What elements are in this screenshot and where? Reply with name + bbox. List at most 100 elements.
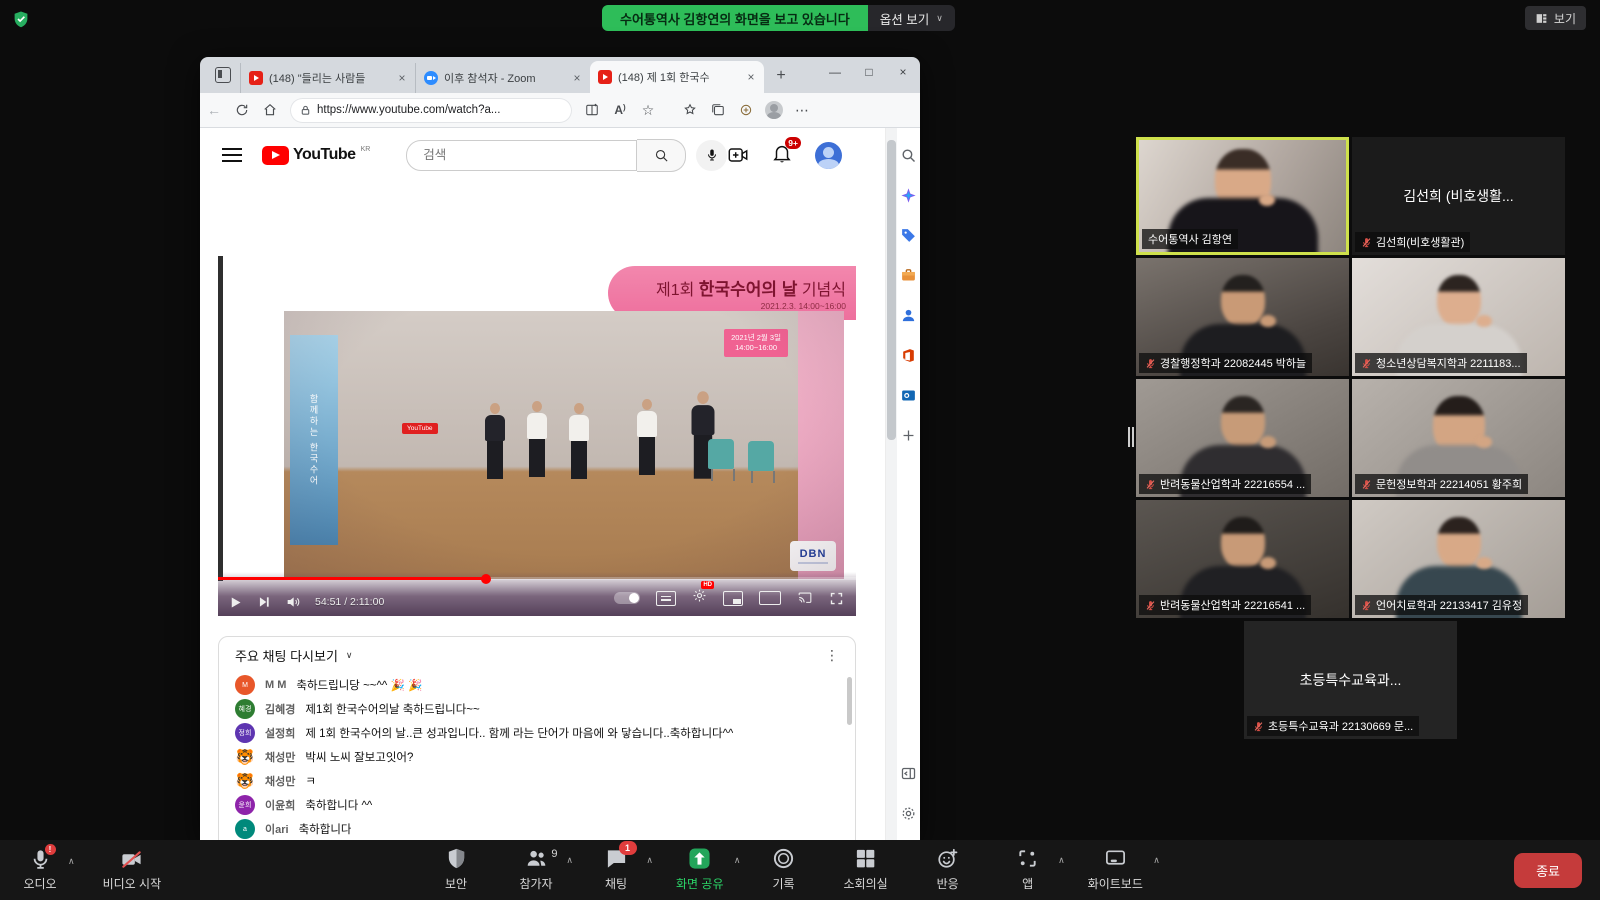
theater-mode-icon[interactable] — [759, 591, 781, 605]
end-meeting-button[interactable]: 종료 — [1514, 853, 1582, 888]
volume-icon[interactable] — [285, 594, 301, 610]
tab-close-icon[interactable]: × — [570, 71, 584, 85]
video-player[interactable]: 제1회 한국수어의 날 기념식 2021.2.3. 14:00~16:00 함께… — [218, 253, 856, 616]
fullscreen-icon[interactable] — [829, 591, 844, 606]
browser-tab[interactable]: (148) 제 1회 한국수 × — [590, 61, 764, 93]
participant-tile[interactable]: 반려동물산업학과 22216541 ... — [1136, 500, 1349, 618]
tab-close-icon[interactable]: × — [744, 70, 758, 84]
youtube-avatar[interactable] — [815, 142, 842, 169]
toolbar-button[interactable]: 1 채팅 ∧ — [596, 848, 636, 892]
cast-icon[interactable] — [797, 591, 813, 605]
participant-tile[interactable]: 언어치료학과 22133417 김유정 — [1352, 500, 1565, 618]
youtube-logo[interactable]: YouTube KR — [262, 146, 370, 165]
browser-tab[interactable]: (148) "들리는 사람들 × — [240, 63, 415, 93]
copilot-icon[interactable] — [899, 186, 918, 205]
toolbar-button[interactable]: 기록 — [764, 848, 804, 892]
read-aloud-icon[interactable]: A) — [606, 98, 634, 122]
settings-icon[interactable] — [899, 804, 918, 823]
options-chevron[interactable]: ∧ — [566, 855, 573, 866]
shopping-icon[interactable] — [899, 226, 918, 245]
toolbar-button[interactable]: 소회의실 — [844, 848, 888, 892]
participant-tile[interactable]: 문헌정보학과 22214051 황주희 — [1352, 379, 1565, 497]
player-controls: 54:51 / 2:11:00 HD — [218, 572, 856, 616]
participant-name-label: 경찰행정학과 22082445 박하늘 — [1139, 353, 1312, 373]
window-maximize-button[interactable]: □ — [852, 57, 886, 87]
search-icon[interactable] — [899, 146, 918, 165]
settings-gear-icon[interactable]: HD — [692, 588, 707, 608]
participant-tile[interactable]: 김선희 (비호생활... 김선희(비호생활관) — [1352, 137, 1565, 255]
toolbar-button[interactable]: 반응 — [928, 848, 968, 892]
subtitles-icon[interactable] — [656, 591, 676, 606]
back-button[interactable]: ← — [200, 98, 228, 122]
audio-button[interactable]: ! 오디오 — [20, 848, 60, 892]
chat-text: 축하드립니당 ~~^^ 🎉 🎉 — [296, 677, 422, 693]
breakout-icon — [854, 847, 877, 873]
view-options-button[interactable]: 옵션 보기 ∨ — [868, 5, 955, 31]
toolbar-button[interactable]: 화면 공유 ∧ — [676, 848, 724, 892]
panel-resize-handle[interactable] — [1128, 427, 1134, 447]
chat-scrollbar[interactable] — [847, 677, 852, 725]
options-chevron[interactable]: ∧ — [734, 855, 741, 866]
chevron-down-icon[interactable]: ∨ — [346, 650, 353, 661]
new-tab-button[interactable]: + — [768, 63, 794, 89]
menu-hamburger-icon[interactable] — [222, 148, 242, 162]
url-text: https://www.youtube.com/watch?a... — [317, 104, 500, 116]
chat-message-list: M M M 축하드립니당 ~~^^ 🎉 🎉 혜경 김혜경 제1회 한국수어의날 … — [219, 673, 855, 840]
search-button[interactable] — [637, 139, 686, 172]
tab-close-icon[interactable]: × — [395, 71, 409, 85]
address-bar[interactable]: https://www.youtube.com/watch?a... — [290, 98, 572, 123]
page-scrollbar-track[interactable] — [886, 128, 897, 840]
toolbar-button[interactable]: 화이트보드 ∧ — [1088, 848, 1143, 892]
view-button[interactable]: 보기 — [1525, 6, 1586, 30]
participant-tile[interactable]: 경찰행정학과 22082445 박하늘 — [1136, 258, 1349, 376]
participant-tile[interactable]: 반려동물산업학과 22216554 ... — [1136, 379, 1349, 497]
search-icon — [654, 148, 669, 163]
home-button[interactable] — [256, 98, 284, 122]
collections-icon[interactable] — [704, 98, 732, 122]
play-icon[interactable] — [228, 595, 243, 610]
audio-options-chevron[interactable]: ∧ — [68, 856, 75, 892]
split-screen-icon[interactable] — [578, 98, 606, 122]
notifications-button[interactable]: 9+ — [771, 142, 793, 169]
toolbar-button[interactable]: 보안 — [436, 848, 476, 892]
tools-icon[interactable] — [899, 266, 918, 285]
voice-search-button[interactable] — [696, 140, 727, 171]
participant-tile[interactable]: 초등특수교육과... 초등특수교육과 22130669 문... — [1244, 621, 1457, 739]
office-icon[interactable] — [899, 346, 918, 365]
participant-tile[interactable]: 청소년상담복지학과 2211183... — [1352, 258, 1565, 376]
add-favorite-icon[interactable]: ☆ — [634, 98, 662, 122]
open-sidebar-icon[interactable] — [899, 764, 918, 783]
progress-bar[interactable] — [218, 577, 856, 580]
autoplay-toggle[interactable] — [614, 592, 640, 604]
page-scrollbar-thumb[interactable] — [887, 140, 896, 440]
start-video-button[interactable]: 비디오 시작 — [103, 848, 162, 892]
profile-avatar[interactable] — [760, 98, 788, 122]
progress-fill — [218, 577, 486, 580]
search-input[interactable] — [421, 147, 605, 163]
add-icon[interactable] — [899, 426, 918, 445]
window-close-button[interactable]: × — [886, 57, 920, 87]
browser-essentials-icon[interactable] — [732, 98, 760, 122]
chat-text: 축하합니다 — [299, 821, 352, 837]
search-box[interactable] — [406, 140, 637, 171]
mic-muted-icon — [1361, 479, 1372, 490]
create-video-icon[interactable] — [727, 144, 749, 166]
people-icon[interactable] — [899, 306, 918, 325]
next-icon[interactable] — [257, 595, 271, 609]
refresh-button[interactable] — [228, 98, 256, 122]
options-chevron[interactable]: ∧ — [646, 855, 653, 866]
toolbar-button[interactable]: 9 참가자 ∧ — [516, 848, 556, 892]
miniplayer-icon[interactable] — [723, 591, 743, 606]
more-menu-icon[interactable]: ⋯ — [788, 98, 816, 122]
window-minimize-button[interactable]: — — [818, 57, 852, 87]
options-chevron[interactable]: ∧ — [1153, 855, 1160, 866]
chat-menu-kebab-icon[interactable]: ⋮ — [825, 647, 839, 664]
chat-replay-title[interactable]: 주요 채팅 다시보기 — [235, 646, 338, 665]
browser-tab[interactable]: 이후 참석자 - Zoom × — [415, 63, 590, 93]
tab-manager-button[interactable] — [208, 61, 238, 89]
toolbar-button[interactable]: 앱 ∧ — [1008, 848, 1048, 892]
outlook-icon[interactable] — [899, 386, 918, 405]
participant-tile[interactable]: 수어통역사 김항연 — [1136, 137, 1349, 255]
options-chevron[interactable]: ∧ — [1058, 855, 1065, 866]
favorites-bar-icon[interactable] — [676, 98, 704, 122]
